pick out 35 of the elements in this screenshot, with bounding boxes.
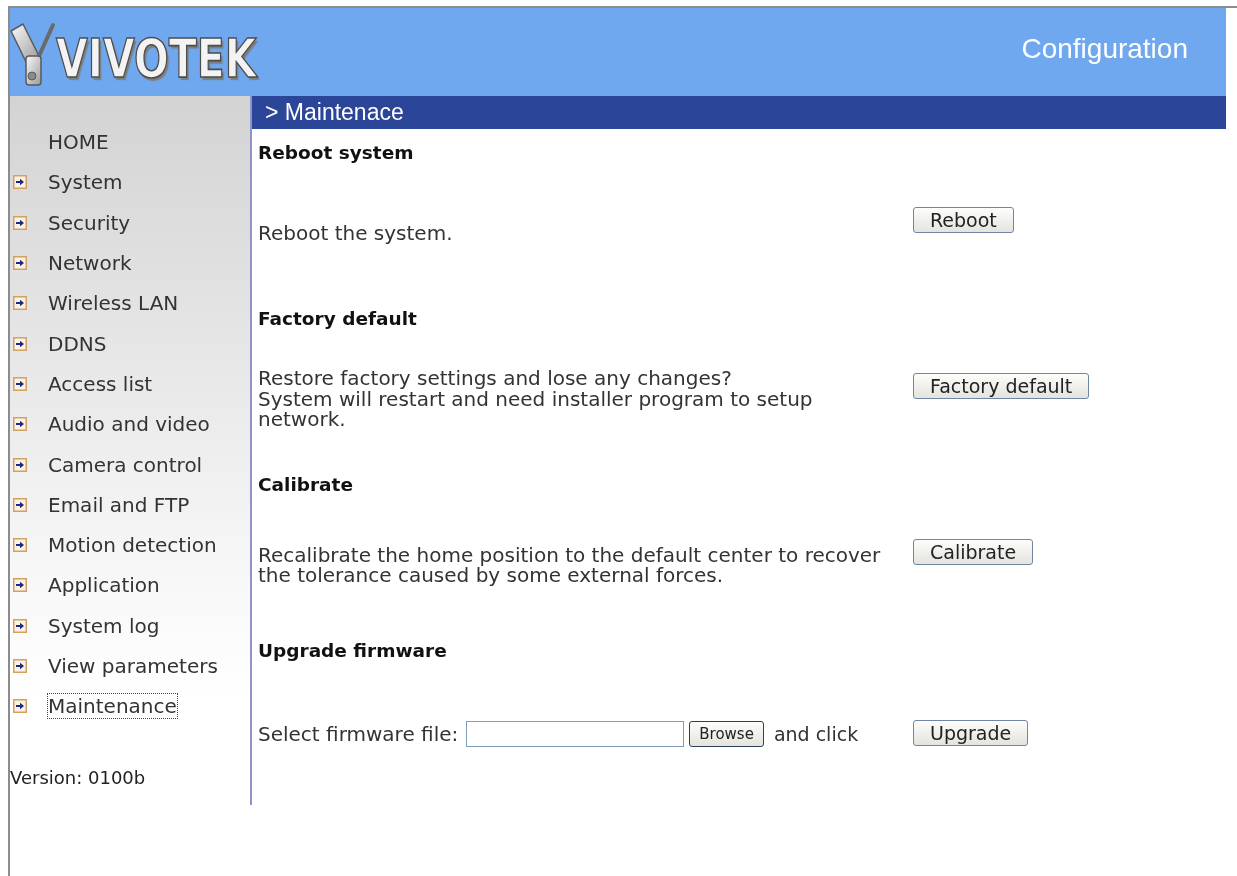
sidebar-link[interactable]: DDNS bbox=[48, 331, 107, 356]
sidebar-link[interactable]: Access list bbox=[48, 371, 153, 396]
file-path-field[interactable] bbox=[466, 721, 685, 747]
section-heading: Calibrate bbox=[258, 474, 353, 496]
version-text: Version: 0100b bbox=[10, 768, 147, 789]
action-button[interactable]: Factory default bbox=[913, 373, 1090, 399]
sidebar-link[interactable]: System log bbox=[48, 613, 160, 638]
action-button[interactable]: Calibrate bbox=[913, 539, 1034, 565]
section-description: Restore factory settings and lose any changes? System will restart and need installer program to setup network. bbox=[258, 368, 814, 430]
sidebar-link[interactable]: Security bbox=[48, 210, 131, 235]
section-heading: Upgrade firmware bbox=[258, 640, 447, 662]
browse-button[interactable]: Browse bbox=[689, 721, 764, 747]
section-heading: Factory default bbox=[258, 308, 417, 330]
sidebar-link[interactable]: System bbox=[48, 170, 123, 195]
instruction-text: and click bbox=[773, 722, 859, 746]
sidebar-link[interactable]: Maintenance bbox=[48, 694, 177, 719]
sidebar-link[interactable]: Email and FTP bbox=[48, 492, 190, 517]
sidebar-link[interactable]: View parameters bbox=[48, 654, 218, 678]
sidebar-link[interactable]: Audio and video bbox=[48, 412, 210, 437]
action-button[interactable]: Upgrade bbox=[913, 720, 1029, 746]
sidebar-link[interactable]: Network bbox=[48, 251, 132, 276]
sidebar-link[interactable]: Camera control bbox=[48, 452, 203, 477]
action-button[interactable]: Reboot bbox=[913, 207, 1014, 233]
sidebar-link[interactable]: Wireless LAN bbox=[48, 291, 179, 316]
arrow-icon bbox=[13, 659, 27, 673]
logo-text: VIVOTEK bbox=[56, 33, 257, 85]
section-description: Reboot the system. bbox=[258, 222, 454, 244]
header-title: Configuration bbox=[1021, 33, 1188, 65]
field-label: Select firmware file: bbox=[258, 722, 459, 746]
sidebar-link[interactable]: Application bbox=[48, 573, 160, 598]
section-heading: Reboot system bbox=[258, 142, 414, 164]
section-description: Recalibrate the home position to the default center to recover the tolerance caused by some external forces. bbox=[258, 544, 882, 586]
sidebar-link[interactable]: Motion detection bbox=[48, 533, 217, 558]
home-link[interactable]: HOME bbox=[48, 130, 109, 155]
page-title: > Maintenace bbox=[252, 96, 1226, 129]
